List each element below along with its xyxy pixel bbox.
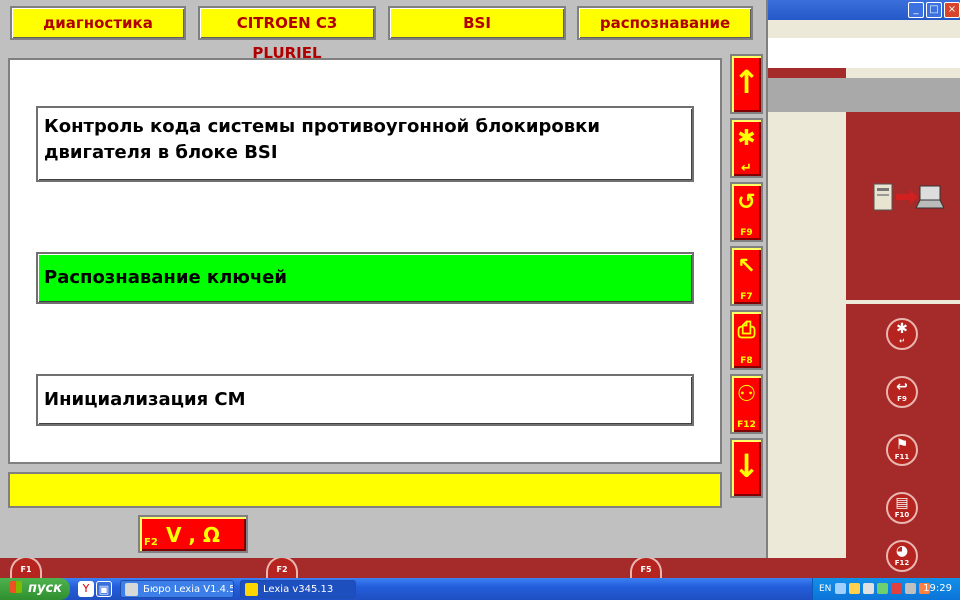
help-icon: ⚇ xyxy=(736,382,757,407)
choice-immobilizer-code-check[interactable]: Контроль кода системы противоугонной бло… xyxy=(36,106,694,182)
back-side-button[interactable]: ↩ F9 xyxy=(886,376,918,408)
help-f12-button[interactable]: ⚇ F12 xyxy=(730,374,763,434)
close-button[interactable]: × xyxy=(944,2,960,18)
tray-network-icon[interactable] xyxy=(849,583,860,594)
tray-volume-icon[interactable] xyxy=(905,583,916,594)
print-side-button[interactable]: ▤ F10 xyxy=(886,492,918,524)
maximize-button[interactable]: □ xyxy=(926,2,942,18)
validate-side-button[interactable]: ✱ ↵ xyxy=(886,318,918,350)
lexia-app-icon xyxy=(245,583,258,596)
choice-key-recognition[interactable]: Распознавание ключей xyxy=(36,252,694,304)
choice-list-panel: Контроль кода системы противоугонной бло… xyxy=(8,58,722,464)
background-red-strip xyxy=(768,68,846,78)
hook-arrow-icon: ↩ xyxy=(896,379,908,395)
arrow-down-icon: ↓ xyxy=(733,447,760,485)
tray-stop-icon[interactable] xyxy=(891,583,902,594)
status-bar xyxy=(8,472,722,508)
connection-panel xyxy=(846,112,960,300)
diagnostic-dialog: диагностика CITROEN C3 PLURIEL BSI распо… xyxy=(0,0,768,558)
scroll-down-button[interactable]: ↓ xyxy=(730,438,763,498)
volt-ohm-icon: V , Ω xyxy=(165,523,220,547)
taskbar-item-lexia[interactable]: Lexia v345.13 xyxy=(240,580,356,598)
background-menu-strip xyxy=(768,38,960,68)
asterisk-enter-icon: ✱ xyxy=(896,321,908,337)
background-gray-band xyxy=(768,78,960,112)
tray-app-icon[interactable] xyxy=(863,583,874,594)
choice-cm-initialization[interactable]: Инициализация CM xyxy=(36,374,694,426)
printer-icon: ⎙ xyxy=(737,318,756,343)
language-indicator[interactable]: EN xyxy=(819,578,831,600)
globe-side-button[interactable]: ◕ F12 xyxy=(886,540,918,572)
start-button[interactable]: пуск xyxy=(0,578,70,600)
tab-ecu[interactable]: BSI xyxy=(388,6,566,40)
asterisk-enter-icon: ✱ xyxy=(737,126,756,151)
taskbar: пуск Y ▣ Бюро Lexia V1.4.5 Lexia v345.13… xyxy=(0,578,960,600)
validate-button[interactable]: ✱ ↵ xyxy=(730,118,763,178)
home-f7-button[interactable]: ↖ F7 xyxy=(730,246,763,306)
tab-recognition[interactable]: распознавание xyxy=(577,6,753,40)
tray-antivirus-icon[interactable] xyxy=(877,583,888,594)
hook-arrow-icon: ↺ xyxy=(737,190,756,215)
background-bottom-strip xyxy=(0,558,846,578)
taskbar-item-lexia-office[interactable]: Бюро Lexia V1.4.5 xyxy=(120,580,234,598)
minimize-button[interactable]: _ xyxy=(908,2,924,18)
measurement-f2-button[interactable]: F2 V , Ω xyxy=(138,515,248,553)
tray-chevron-icon[interactable] xyxy=(835,583,846,594)
lexia-app-icon xyxy=(125,583,138,596)
enter-icon: ↵ xyxy=(899,337,905,345)
background-titlebar: _ □ × xyxy=(768,0,960,20)
arrow-up-left-icon: ↖ xyxy=(737,254,756,279)
scroll-up-button[interactable]: ↑ xyxy=(730,54,763,114)
show-desktop-icon[interactable]: ▣ xyxy=(96,581,112,597)
enter-icon: ↵ xyxy=(741,161,752,176)
system-tray: EN 19:29 xyxy=(812,578,960,600)
arrow-up-icon: ↑ xyxy=(733,63,760,101)
language-side-button[interactable]: ⚑ F11 xyxy=(886,434,918,466)
back-f9-button[interactable]: ↺ F9 xyxy=(730,182,763,242)
printer-icon: ▤ xyxy=(895,495,909,511)
tab-diagnostics[interactable]: диагностика xyxy=(10,6,186,40)
tab-vehicle[interactable]: CITROEN C3 PLURIEL xyxy=(198,6,376,62)
yandex-browser-icon[interactable]: Y xyxy=(78,581,94,597)
globe-icon: ◕ xyxy=(895,543,909,559)
clock: 19:29 xyxy=(923,583,952,594)
pc-connection-icon xyxy=(873,183,945,211)
print-f8-button[interactable]: ⎙ F8 xyxy=(730,310,763,370)
windows-logo-icon xyxy=(10,581,22,593)
flags-icon: ⚑ xyxy=(895,437,909,453)
